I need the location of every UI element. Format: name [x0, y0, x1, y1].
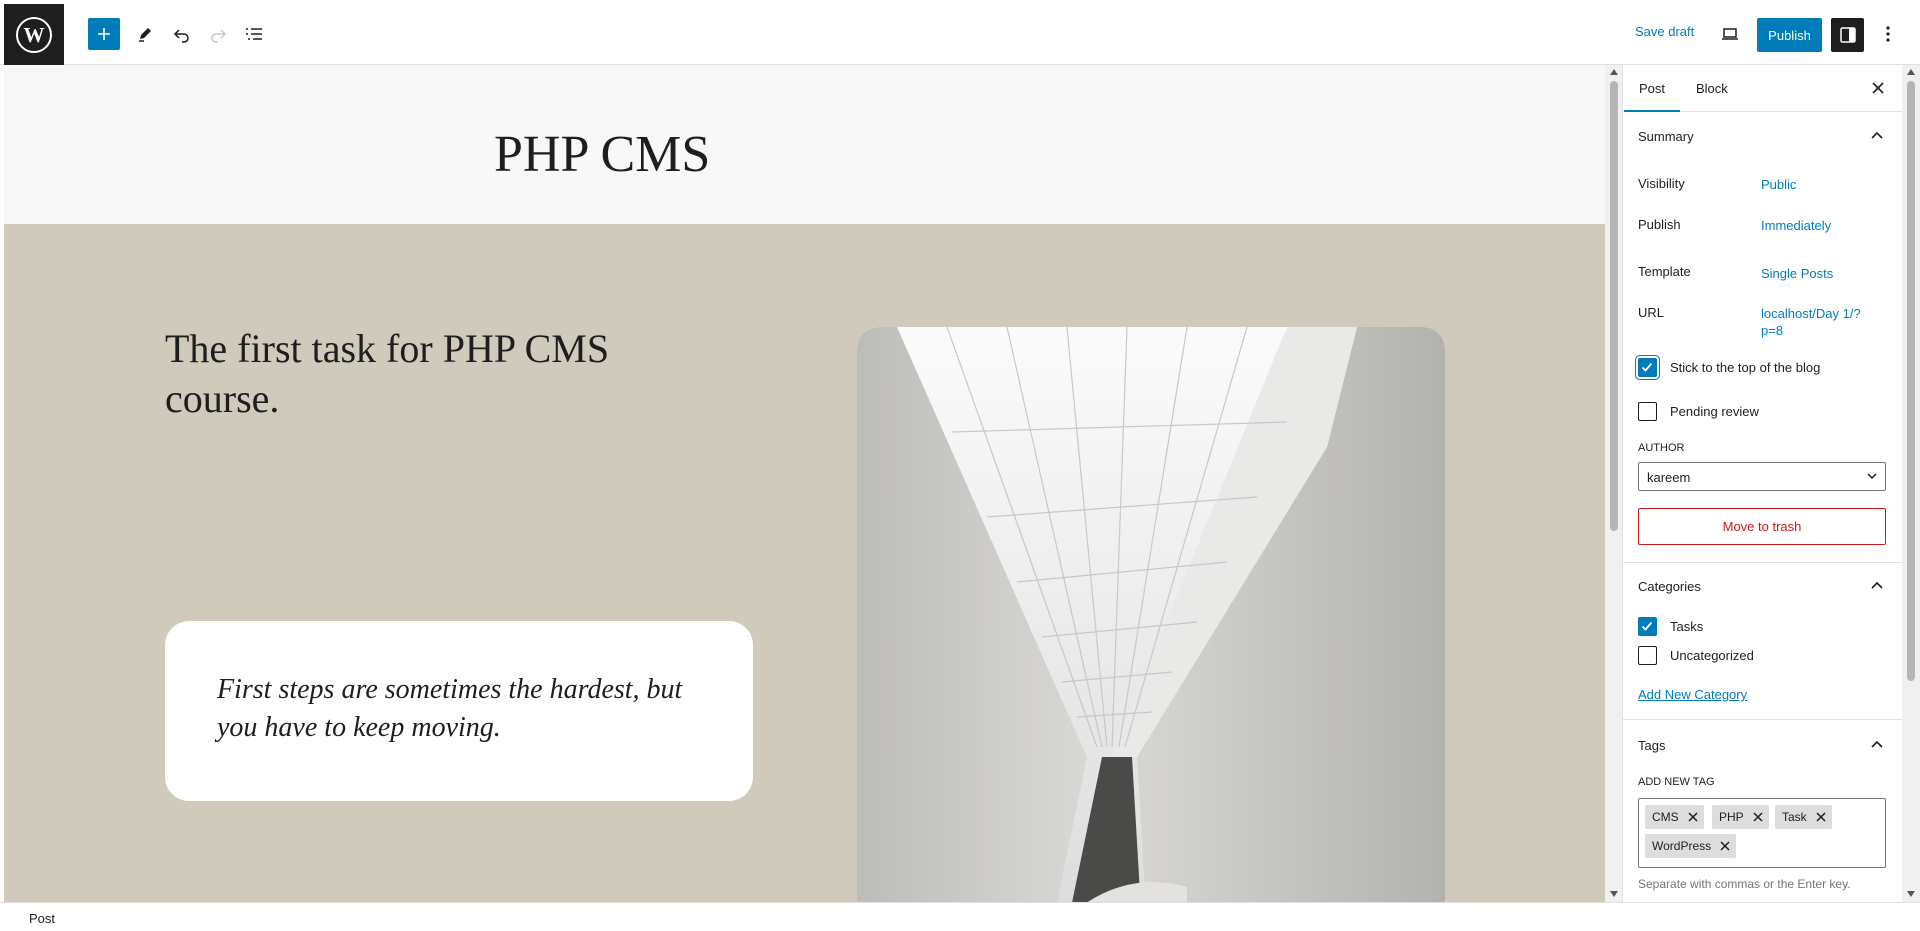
site-title[interactable]: PHP CMS: [494, 125, 738, 184]
visibility-label: Visibility: [1638, 176, 1685, 191]
categories-chevron-up-icon[interactable]: [1866, 574, 1888, 596]
sidebar-scrollbar-thumb[interactable]: [1907, 81, 1915, 681]
document-overview-icon[interactable]: [238, 18, 270, 50]
publish-button[interactable]: Publish: [1757, 18, 1822, 52]
author-select-value: kareem: [1647, 470, 1691, 485]
publish-label: Publish: [1638, 217, 1681, 232]
tag-token-label: CMS: [1652, 810, 1679, 824]
tab-block[interactable]: Block: [1696, 81, 1728, 96]
tags-panel-heading[interactable]: Tags: [1638, 738, 1665, 753]
chevron-down-icon: [1867, 473, 1877, 480]
pending-review-checkbox[interactable]: [1638, 402, 1657, 421]
tab-post[interactable]: Post: [1623, 81, 1681, 112]
summary-panel-heading[interactable]: Summary: [1638, 129, 1694, 144]
url-label: URL: [1638, 305, 1665, 320]
publish-date-button[interactable]: Immediately: [1761, 217, 1831, 234]
tag-token-label: Task: [1782, 810, 1807, 824]
tag-token: PHP: [1712, 805, 1769, 829]
tag-token: Task: [1775, 805, 1832, 829]
save-draft-button[interactable]: Save draft: [1635, 24, 1694, 39]
tools-pencil-icon[interactable]: [129, 18, 161, 50]
options-more-vertical-icon[interactable]: [1871, 18, 1905, 50]
canvas-scrollbar[interactable]: [1605, 65, 1623, 902]
block-breadcrumb-bar: Post: [0, 902, 1920, 931]
settings-sidebar: Post Block Summary Visibility Public Pub…: [1622, 65, 1902, 902]
tag-token: WordPress: [1645, 834, 1737, 858]
category-tasks-checkbox[interactable]: [1638, 617, 1657, 636]
close-sidebar-icon[interactable]: [1867, 77, 1889, 99]
sticky-checkbox[interactable]: [1638, 358, 1657, 377]
preview-laptop-icon[interactable]: [1714, 18, 1746, 50]
url-value-button[interactable]: localhost/Day 1/?p=8: [1761, 305, 1876, 339]
svg-text:W: W: [24, 23, 45, 47]
quote-text[interactable]: First steps are sometimes the hardest, b…: [217, 671, 717, 747]
featured-image[interactable]: [857, 327, 1445, 902]
tags-token-field[interactable]: CMS PHP Task WordPress: [1638, 798, 1886, 868]
tag-token-label: WordPress: [1652, 839, 1712, 853]
category-tasks-label: Tasks: [1670, 619, 1704, 634]
canvas-scrollbar-thumb[interactable]: [1610, 81, 1618, 531]
remove-tag-close-icon[interactable]: [1688, 812, 1698, 822]
categories-panel-heading[interactable]: Categories: [1638, 579, 1701, 594]
remove-tag-close-icon[interactable]: [1753, 812, 1763, 822]
post-title[interactable]: The first task for PHP CMS course.: [165, 324, 665, 424]
sticky-label: Stick to the top of the blog: [1670, 360, 1821, 375]
site-header: PHP CMS: [4, 65, 1605, 224]
sidebar-tabs: Post Block: [1623, 65, 1902, 112]
divider: [1623, 562, 1902, 563]
editor-toolbar: W Save draft Publish: [0, 0, 1920, 65]
pending-review-label: Pending review: [1670, 404, 1759, 419]
sidebar-scrollbar[interactable]: [1902, 65, 1920, 902]
remove-tag-close-icon[interactable]: [1816, 812, 1826, 822]
editor-canvas[interactable]: PHP CMS The first task for PHP CMS cours…: [4, 65, 1605, 902]
remove-tag-close-icon[interactable]: [1720, 841, 1730, 851]
move-to-trash-button[interactable]: Move to trash: [1638, 508, 1886, 545]
tag-token: CMS: [1645, 805, 1704, 829]
category-uncategorized-checkbox[interactable]: [1638, 646, 1657, 665]
quote-card[interactable]: First steps are sometimes the hardest, b…: [165, 621, 753, 801]
tag-token-label: PHP: [1719, 810, 1744, 824]
category-uncategorized-label: Uncategorized: [1670, 648, 1754, 663]
template-value-button[interactable]: Single Posts: [1761, 265, 1833, 282]
summary-chevron-up-icon[interactable]: [1866, 124, 1888, 146]
wordpress-logo-icon[interactable]: W: [4, 4, 64, 65]
add-new-category-link[interactable]: Add New Category: [1638, 687, 1747, 702]
settings-sidebar-toggle-icon[interactable]: [1831, 18, 1864, 52]
tags-help-text: Separate with commas or the Enter key.: [1638, 877, 1851, 891]
author-label: AUTHOR: [1638, 442, 1685, 454]
visibility-value-button[interactable]: Public: [1761, 176, 1796, 193]
tags-chevron-up-icon[interactable]: [1866, 733, 1888, 755]
post-hero-section: The first task for PHP CMS course. First…: [4, 224, 1605, 902]
undo-icon[interactable]: [166, 18, 198, 50]
template-label: Template: [1638, 264, 1691, 279]
breadcrumb-post[interactable]: Post: [29, 911, 55, 926]
divider: [1623, 719, 1902, 720]
add-block-button[interactable]: [88, 18, 120, 50]
redo-icon[interactable]: [202, 18, 234, 50]
author-select[interactable]: kareem: [1638, 462, 1886, 491]
add-new-tag-label: ADD NEW TAG: [1638, 776, 1715, 788]
